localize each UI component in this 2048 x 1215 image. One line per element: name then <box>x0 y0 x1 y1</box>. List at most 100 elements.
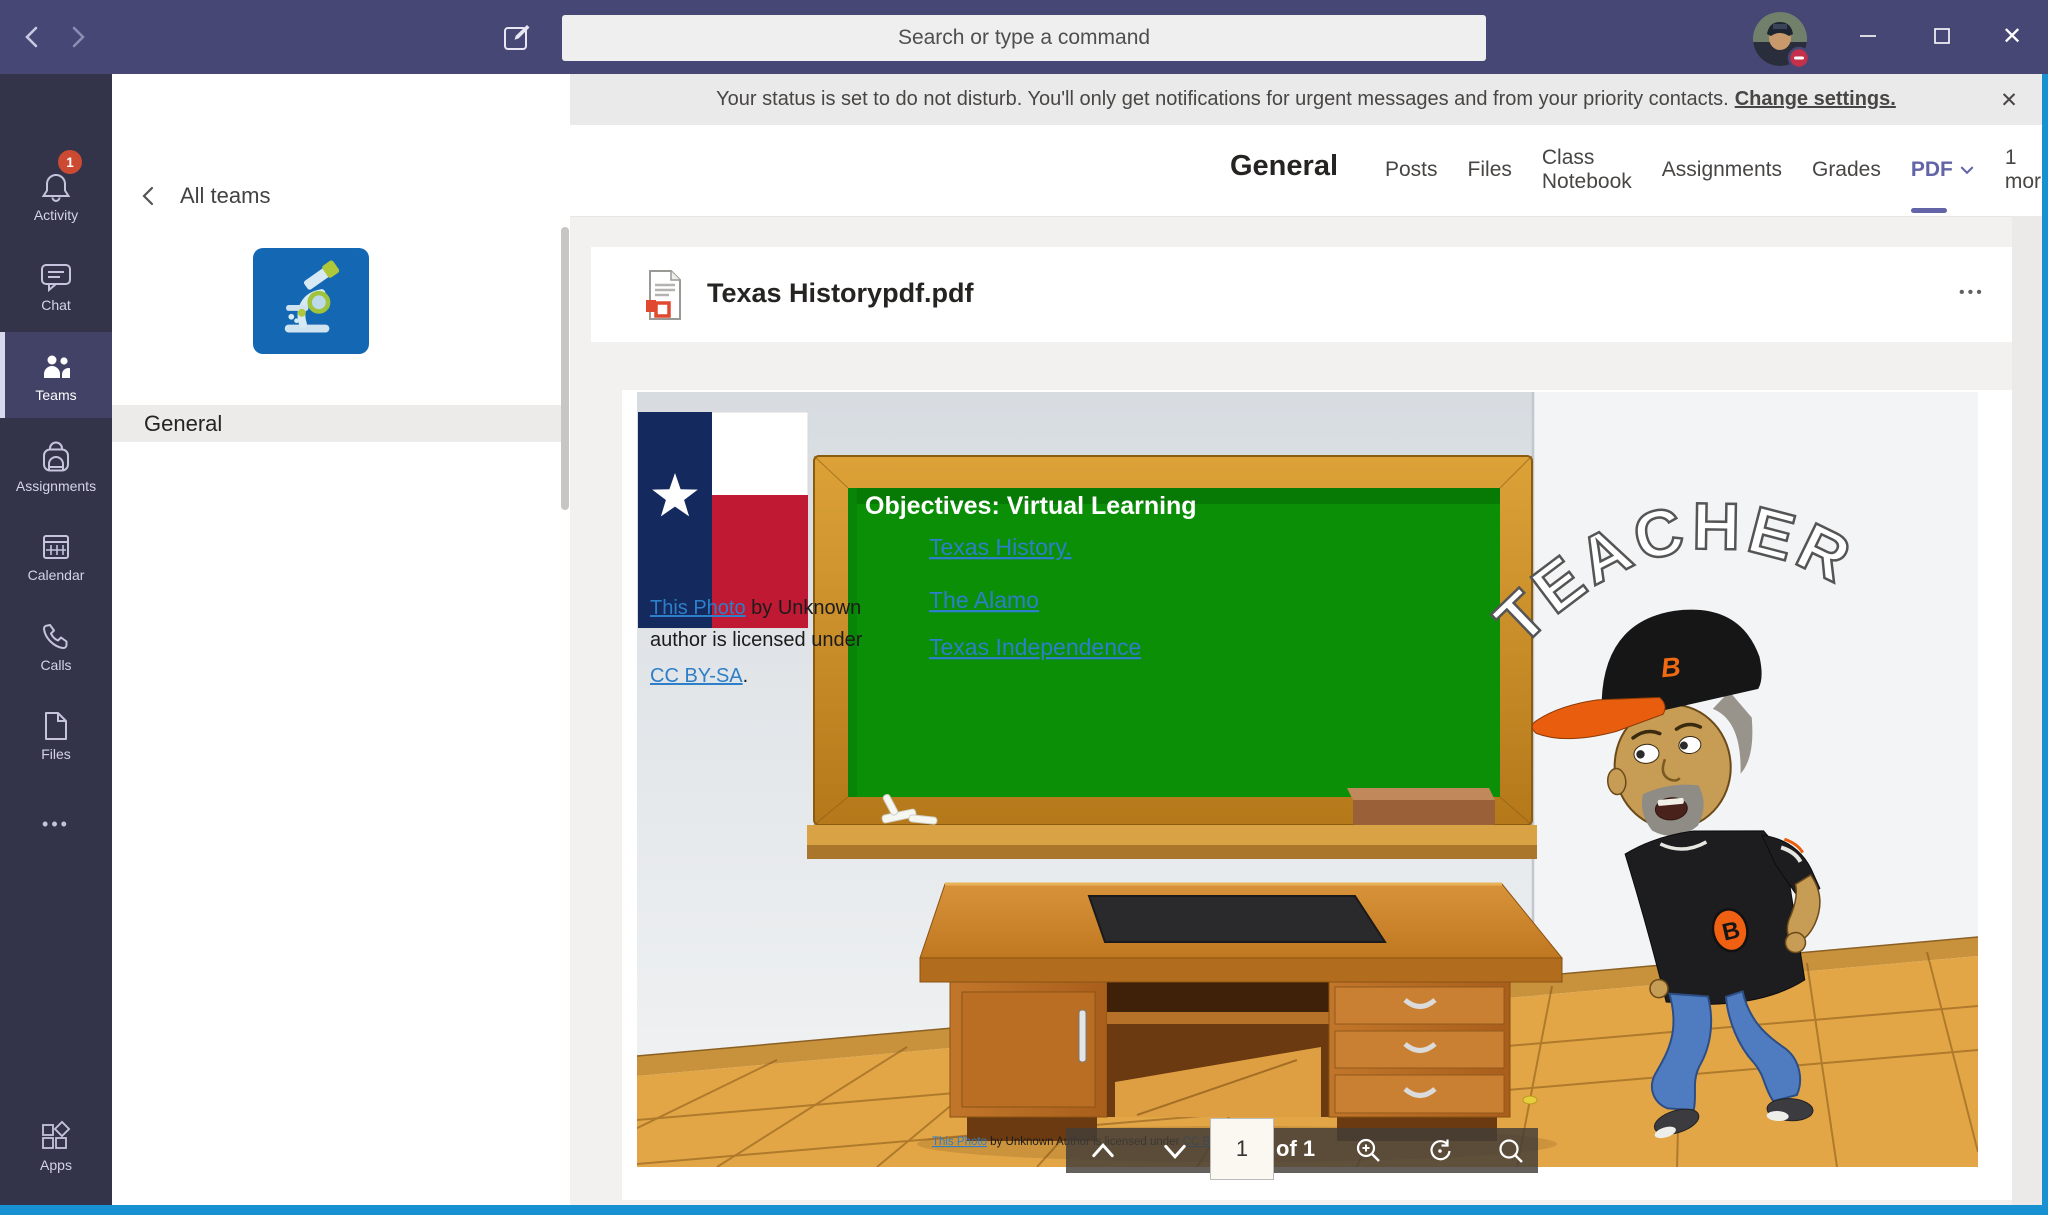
rail-item-files[interactable] <box>0 709 112 743</box>
close-icon: ✕ <box>2000 88 2018 113</box>
rail-label-activity: Activity <box>0 207 112 223</box>
teams-people-icon <box>0 350 112 384</box>
tab-posts[interactable]: Posts <box>1385 125 1438 215</box>
rail-item-activity[interactable] <box>0 170 112 204</box>
tab-bar: Posts Files Class Notebook Assignments G… <box>1385 125 2048 215</box>
teams-panel: All teams 01 Science (0330-61) ••• <box>112 74 571 1205</box>
rail-label-chat: Chat <box>0 297 112 313</box>
rail-label-teams: Teams <box>0 387 112 403</box>
file-icon <box>0 709 112 743</box>
status-banner: Your status is set to do not disturb. Yo… <box>570 74 2042 125</box>
microscope-icon <box>269 259 353 343</box>
rail-label-calls: Calls <box>0 657 112 673</box>
avatar[interactable] <box>1753 12 1807 66</box>
tab-pdf-label: PDF <box>1911 158 1953 182</box>
search-input[interactable] <box>562 15 1486 61</box>
chalkboard: Objectives: Virtual Learning Texas Histo… <box>807 456 1537 859</box>
rail-item-calendar[interactable] <box>0 530 112 564</box>
rail-label-files: Files <box>0 746 112 762</box>
calendar-icon <box>0 530 112 564</box>
pdf-title-card: Texas Historypdf.pdf ••• <box>591 247 2012 342</box>
board-link-texas-history[interactable]: Texas History. <box>929 534 1072 560</box>
backpack-icon <box>0 441 112 475</box>
tab-grades[interactable]: Grades <box>1812 125 1881 215</box>
board-link-texas-independence[interactable]: Texas Independence <box>929 634 1141 660</box>
board-title: Objectives: Virtual Learning <box>865 492 1197 520</box>
ellipsis-icon: ••• <box>42 814 70 834</box>
rail-item-apps[interactable] <box>0 1120 112 1154</box>
ellipsis-icon: ••• <box>1959 284 1985 301</box>
svg-text:CC BY-SA.: CC BY-SA. <box>650 665 748 687</box>
rail-label-apps: Apps <box>0 1157 112 1173</box>
texas-flag <box>638 412 808 628</box>
next-page-button[interactable] <box>1160 1136 1190 1166</box>
team-avatar[interactable] <box>253 248 369 354</box>
board-link-the-alamo[interactable]: The Alamo <box>929 587 1039 613</box>
new-chat-button[interactable] <box>500 21 532 53</box>
channel-item-general[interactable]: General <box>112 405 569 442</box>
chevron-down-icon <box>1959 164 1975 176</box>
photo-credit-link[interactable]: This Photo <box>650 597 746 619</box>
rail-more-button[interactable]: ••• <box>0 814 112 835</box>
rail-item-teams[interactable] <box>0 350 112 384</box>
dnd-status-badge <box>1787 46 1811 70</box>
change-settings-link[interactable]: Change settings. <box>1735 88 1896 111</box>
pdf-page-image: Objectives: Virtual Learning Texas Histo… <box>637 392 1978 1167</box>
rail-label-calendar: Calendar <box>0 567 112 583</box>
back-button[interactable] <box>22 24 44 50</box>
search-document-button[interactable] <box>1496 1136 1526 1166</box>
chat-icon <box>0 260 112 294</box>
phone-icon <box>0 620 112 654</box>
svg-text:author is licensed under: author is licensed under <box>650 629 863 651</box>
chevron-left-icon <box>140 185 156 207</box>
bell-icon <box>0 170 112 204</box>
minimize-icon <box>1859 27 1877 45</box>
page-number-input[interactable] <box>1210 1118 1274 1180</box>
maximize-icon <box>1933 27 1951 45</box>
title-bar: ✕ <box>0 0 2048 74</box>
board-eraser <box>1347 788 1495 825</box>
all-teams-back[interactable]: All teams <box>140 178 270 214</box>
apps-icon <box>0 1120 112 1154</box>
rail-item-assignments[interactable] <box>0 441 112 475</box>
yellow-chalk <box>1523 1096 1537 1104</box>
svg-text:This Photo by Unknown: This Photo by Unknown <box>650 597 861 619</box>
panel-scrollbar[interactable] <box>561 227 569 510</box>
channel-header: General Posts Files Class Notebook Assig… <box>570 125 2042 217</box>
chevron-right-icon <box>66 24 88 50</box>
banner-close-button[interactable]: ✕ <box>1996 87 2022 113</box>
tab-files[interactable]: Files <box>1468 125 1512 215</box>
teams-app-window: ✕ 1 Activity Chat <box>0 0 2048 1215</box>
status-banner-message: Your status is set to do not disturb. Yo… <box>716 88 1729 111</box>
tab-class-notebook[interactable]: Class Notebook <box>1542 125 1632 215</box>
active-tab-underline <box>1911 208 1947 213</box>
compose-icon <box>500 21 532 53</box>
app-rail: 1 Activity Chat Teams <box>0 74 112 1205</box>
channel-item-label: General <box>144 411 222 437</box>
cap-logo: B <box>1660 652 1682 684</box>
zoom-in-button[interactable] <box>1354 1136 1384 1166</box>
window-edge-right <box>2042 74 2048 1205</box>
maximize-button[interactable] <box>1912 8 1972 64</box>
all-teams-label: All teams <box>180 183 270 209</box>
window-edge-bottom <box>0 1205 2048 1215</box>
minimize-button[interactable] <box>1838 8 1898 64</box>
forward-button[interactable] <box>66 24 88 50</box>
rail-item-calls[interactable] <box>0 620 112 654</box>
license-link[interactable]: CC BY-SA <box>650 665 743 687</box>
activity-badge: 1 <box>58 150 82 174</box>
channel-title: General <box>1230 150 1338 183</box>
close-icon: ✕ <box>2002 22 2022 51</box>
pdf-file-name: Texas Historypdf.pdf <box>707 278 974 309</box>
content-scrollbar-gutter[interactable] <box>2012 216 2042 1205</box>
chevron-left-icon <box>22 24 44 50</box>
pdf-file-icon <box>645 269 685 321</box>
tab-pdf[interactable]: PDF <box>1911 125 1975 215</box>
file-more-button[interactable]: ••• <box>1959 284 1985 302</box>
tab-assignments[interactable]: Assignments <box>1662 125 1782 215</box>
close-window-button[interactable]: ✕ <box>1982 8 2042 64</box>
rail-label-assignments: Assignments <box>0 478 112 494</box>
previous-page-button[interactable] <box>1088 1136 1118 1166</box>
rail-item-chat[interactable] <box>0 260 112 294</box>
rotate-button[interactable] <box>1426 1136 1456 1166</box>
